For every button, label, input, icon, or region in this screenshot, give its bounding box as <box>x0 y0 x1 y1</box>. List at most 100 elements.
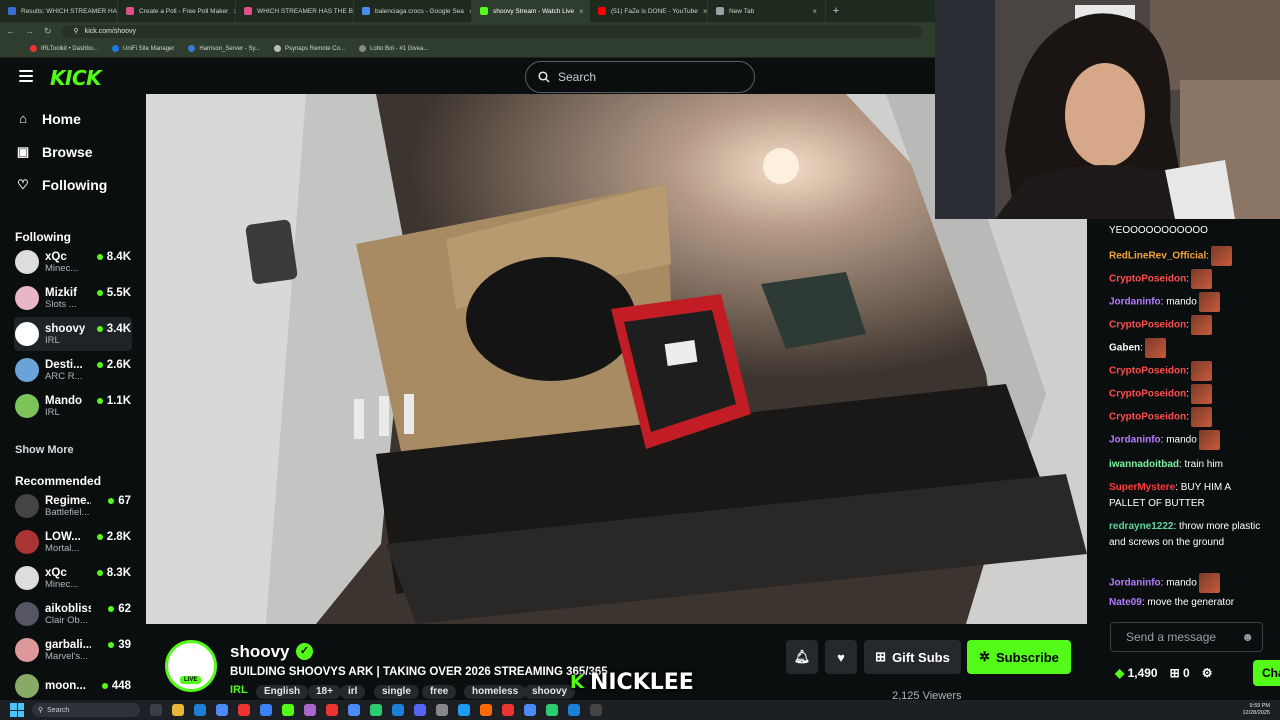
bookmark-item[interactable]: Lotto Bot - #1 Givea... <box>358 45 428 52</box>
gift-subs-button[interactable]: ⊞ Gift Subs <box>864 640 961 674</box>
taskbar-app-icon[interactable] <box>150 704 162 716</box>
reload-icon[interactable]: ↻ <box>44 26 52 37</box>
show-more-button[interactable]: Show More <box>15 444 74 456</box>
taskbar-app-icon[interactable] <box>568 704 580 716</box>
chat-username[interactable]: CryptoPoseidon <box>1109 412 1186 423</box>
recommended-channel[interactable]: xQc 8.3K Minec... <box>14 561 132 595</box>
taskbar-app-icon[interactable] <box>304 704 316 716</box>
channel-name: garbali... <box>45 638 91 651</box>
bookmark-item[interactable]: UniFi Site Manager <box>112 45 174 52</box>
chat-message-input[interactable]: Send a message ☻ <box>1110 622 1263 652</box>
notification-bell-button[interactable]: 🔔︎ <box>786 640 818 674</box>
chat-username[interactable]: Gaben <box>1109 343 1140 354</box>
chat-username[interactable]: SuperMystere <box>1109 482 1175 493</box>
subscribe-button[interactable]: ✲ Subscribe <box>967 640 1071 674</box>
taskbar-app-icon[interactable] <box>480 704 492 716</box>
recommended-channel[interactable]: moon... 448 <box>14 669 132 703</box>
browser-tab[interactable]: balenciaga crocs - Google Sea× <box>354 0 472 22</box>
gift-counter[interactable]: ⊞ 0 <box>1170 666 1190 680</box>
chat-username[interactable]: CryptoPoseidon <box>1109 366 1186 377</box>
following-channel[interactable]: Mizkif 5.5K Slots ... <box>14 281 132 315</box>
nav-home[interactable]: ⌂ Home <box>16 111 81 127</box>
taskbar-app-icon[interactable] <box>590 704 602 716</box>
forward-icon[interactable]: → <box>25 26 34 36</box>
stream-category[interactable]: IRL <box>230 684 248 696</box>
close-tab-icon[interactable]: × <box>812 7 817 16</box>
stream-tag[interactable]: single <box>374 685 419 699</box>
taskbar-app-icon[interactable] <box>172 704 184 716</box>
following-channel[interactable]: Mando 1.1K IRL <box>14 389 132 423</box>
taskbar-clock[interactable]: 9:59 PM 12/28/2025 <box>1242 703 1270 717</box>
chat-send-button[interactable]: Chat <box>1253 660 1280 686</box>
recommended-channel[interactable]: garbali... 39 Marvel's... <box>14 633 132 667</box>
close-tab-icon[interactable]: × <box>703 7 707 16</box>
taskbar-app-icon[interactable] <box>502 704 514 716</box>
chat-username[interactable]: Nate09 <box>1109 597 1142 608</box>
taskbar-app-icon[interactable] <box>348 704 360 716</box>
taskbar-app-icon[interactable] <box>458 704 470 716</box>
tab-label: Results: WHICH STREAMER HA <box>21 7 118 15</box>
following-channel[interactable]: Desti... 2.6K ARC R... <box>14 353 132 387</box>
stream-tag[interactable]: 18+ <box>308 685 341 699</box>
kick-logo[interactable]: KICK <box>50 66 102 90</box>
taskbar-app-icon[interactable] <box>436 704 448 716</box>
chat-username[interactable]: CryptoPoseidon <box>1109 389 1186 400</box>
url-field[interactable]: ⚲ kick.com/shoovy <box>61 24 922 38</box>
browser-tab[interactable]: (51) FaZe is DONE - YouTube × <box>590 0 708 22</box>
search-input[interactable]: Search <box>525 61 755 93</box>
browser-tab[interactable]: New Tab × <box>708 0 826 22</box>
hamburger-menu-icon[interactable] <box>19 70 33 82</box>
following-channel[interactable]: shoovy 3.4K IRL <box>14 317 132 351</box>
taskbar-app-icon[interactable] <box>524 704 536 716</box>
chat-username[interactable]: redrayne1222 <box>1109 521 1174 532</box>
recommended-channel[interactable]: aikobliss 62 Clair Ob... <box>14 597 132 631</box>
recommended-channel[interactable]: Regime... 67 Battlefiel... <box>14 489 132 523</box>
chat-username[interactable]: Jordaninfo <box>1109 578 1161 589</box>
follow-button[interactable]: ♥ <box>825 640 857 674</box>
bookmark-item[interactable]: Harrison_Server - Sy... <box>188 45 260 52</box>
browser-tab[interactable]: WHICH STREAMER HAS THE B× <box>236 0 354 22</box>
browser-tab[interactable]: Results: WHICH STREAMER HA× <box>0 0 118 22</box>
stream-tag[interactable]: irl <box>340 685 366 699</box>
nav-following[interactable]: ♡ Following <box>16 177 107 193</box>
chat-username[interactable]: CryptoPoseidon <box>1109 320 1186 331</box>
browser-tab[interactable]: shoovy Stream - Watch Live × <box>472 0 590 22</box>
streamer-avatar[interactable] <box>165 640 217 692</box>
taskbar-app-icon[interactable] <box>414 704 426 716</box>
stream-tag[interactable]: free <box>422 685 457 699</box>
streamer-name[interactable]: shoovy <box>230 642 290 662</box>
taskbar-app-icon[interactable] <box>216 704 228 716</box>
nav-browse[interactable]: ▣ Browse <box>16 144 93 160</box>
browser-tab[interactable]: Create a Poll - Free Poll Maker× <box>118 0 236 22</box>
chat-username[interactable]: Jordaninfo <box>1109 297 1161 308</box>
windows-start-icon[interactable] <box>10 703 24 717</box>
channel-points[interactable]: ◆ 1,490 <box>1115 666 1158 680</box>
chat-settings-icon[interactable]: ⚙ <box>1202 666 1213 680</box>
bookmark-item[interactable]: IRLToolkit • Dashbo... <box>30 45 98 52</box>
taskbar-app-icon[interactable] <box>282 704 294 716</box>
taskbar-app-icon[interactable] <box>238 704 250 716</box>
recommended-section-title: Recommended <box>15 474 102 488</box>
stream-tag[interactable]: homeless <box>464 685 527 699</box>
taskbar-app-icon[interactable] <box>326 704 338 716</box>
taskbar-app-icon[interactable] <box>392 704 404 716</box>
taskbar-app-icon[interactable] <box>194 704 206 716</box>
taskbar-app-icon[interactable] <box>370 704 382 716</box>
chat-username[interactable]: RedLineRev_Official <box>1109 251 1206 262</box>
recommended-channel[interactable]: LOW... 2.8K Mortal... <box>14 525 132 559</box>
back-icon[interactable]: ← <box>6 26 15 36</box>
taskbar-search[interactable]: ⚲ Search <box>32 703 140 717</box>
close-tab-icon[interactable]: × <box>579 7 584 16</box>
bookmark-item[interactable]: Psynaps Remote Co... <box>273 45 345 52</box>
chat-username[interactable]: CryptoPoseidon <box>1109 274 1186 285</box>
stream-tag[interactable]: English <box>256 685 309 699</box>
site-info-icon[interactable]: ⚲ <box>74 27 79 35</box>
chat-username[interactable]: iwannadoitbad <box>1109 459 1179 470</box>
new-tab-icon[interactable]: + <box>826 5 846 17</box>
emote-picker-icon[interactable]: ☻ <box>1241 630 1254 644</box>
stream-tag[interactable]: shoovy <box>524 685 576 699</box>
following-channel[interactable]: xQc 8.4K Minec... <box>14 245 132 279</box>
chat-username[interactable]: Jordaninfo <box>1109 435 1161 446</box>
taskbar-app-icon[interactable] <box>546 704 558 716</box>
taskbar-app-icon[interactable] <box>260 704 272 716</box>
